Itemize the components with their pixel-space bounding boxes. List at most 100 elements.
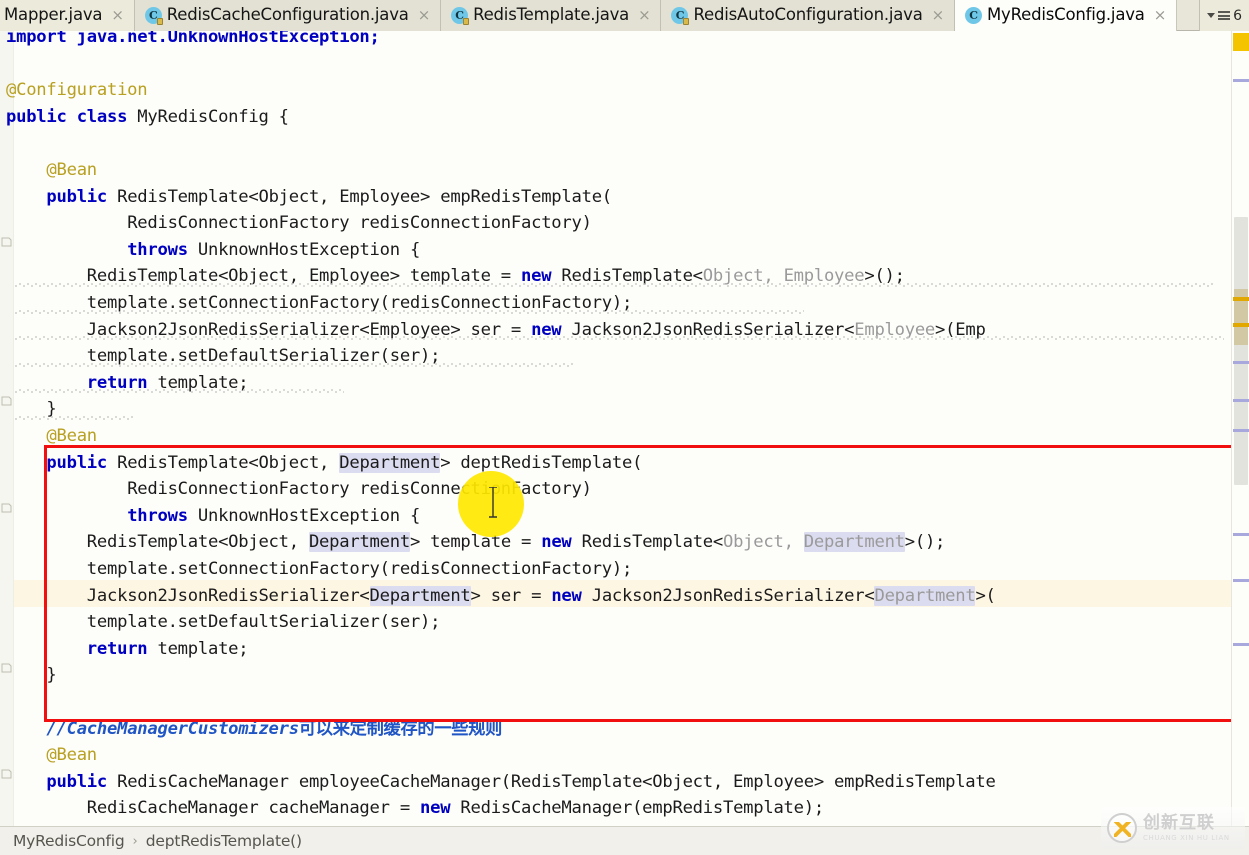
code-token: throws: [127, 239, 188, 260]
editor-tab-label: RedisTemplate.java: [473, 4, 630, 24]
breadcrumb-separator: ›: [132, 833, 138, 849]
marker-usage[interactable]: [1233, 399, 1249, 402]
code-line: @Bean: [0, 742, 1249, 769]
marker-usage[interactable]: [1233, 579, 1249, 582]
code-editor[interactable]: import java.net.UnknownHostException; @Co…: [0, 31, 1249, 826]
code-line: public RedisCacheManager employeeCacheMa…: [0, 769, 1249, 796]
code-token: MyRedisConfig {: [127, 106, 289, 127]
code-line: throws UnknownHostException {: [0, 503, 1249, 530]
editor-tab-bar: Mapper.java × C RedisCacheConfiguration.…: [0, 0, 1249, 32]
editor-tab-myredisconfig[interactable]: C MyRedisConfig.java ×: [955, 0, 1178, 32]
code-token: @Bean: [46, 426, 97, 446]
code-token: }: [46, 665, 57, 686]
code-token: import java.net.UnknownHostException;: [6, 31, 380, 47]
code-token: Object,: [722, 532, 804, 553]
code-token: template.setDefaultSerializer(ser);: [86, 612, 441, 633]
code-token: throws: [127, 505, 188, 526]
java-class-icon: C: [144, 7, 163, 25]
code-token: RedisCacheManager employeeCacheManager(R…: [107, 771, 996, 792]
code-token: RedisTemplate<Object,: [107, 452, 340, 473]
text-cursor-icon: [489, 487, 497, 518]
code-line: template.setConnectionFactory(redisConne…: [0, 556, 1249, 583]
code-line: @Bean: [0, 423, 1249, 450]
tab-overflow-count: 6: [1233, 7, 1242, 24]
code-line: RedisConnectionFactory redisConnectionFa…: [0, 476, 1249, 503]
code-token: RedisTemplate<Object, Employee> empRedis…: [107, 186, 612, 207]
code-token: RedisTemplate<Object,: [86, 532, 309, 553]
code-token: public: [46, 186, 107, 207]
editor-tab-label: RedisAutoConfiguration.java: [693, 4, 923, 24]
code-line: RedisConnectionFactory redisConnectionFa…: [0, 210, 1249, 237]
ide-window: Mapper.java × C RedisCacheConfiguration.…: [0, 0, 1249, 855]
code-line: template.setDefaultSerializer(ser);: [0, 609, 1249, 636]
code-token: Department: [874, 585, 976, 606]
code-token: public: [46, 452, 107, 473]
watermark-text-cn: 创新互联: [1143, 812, 1215, 833]
editor-tab-label: RedisCacheConfiguration.java: [166, 4, 409, 24]
marker-warning[interactable]: [1233, 297, 1249, 301]
breadcrumb-item-class[interactable]: MyRedisConfig: [13, 832, 125, 850]
code-line: }: [0, 396, 1249, 423]
close-icon[interactable]: ×: [932, 8, 945, 23]
code-token: UnknownHostException {: [187, 505, 421, 526]
code-token: @Bean: [46, 160, 97, 180]
java-class-icon: C: [451, 7, 470, 25]
tab-overflow-button[interactable]: 6: [1199, 0, 1249, 31]
code-token: Department: [308, 532, 410, 553]
breadcrumb: MyRedisConfig › deptRedisTemplate(): [0, 826, 1249, 855]
scrollbar-thumb[interactable]: [1234, 217, 1248, 485]
code-text[interactable]: import java.net.UnknownHostException; @Co…: [0, 31, 1249, 826]
code-line: //CacheManagerCustomizers可以来定制缓存的一些规则: [0, 716, 1249, 743]
code-line: import java.net.UnknownHostException;: [0, 31, 1249, 51]
marker-usage[interactable]: [1233, 361, 1249, 364]
code-token: new: [420, 798, 451, 819]
code-token: //CacheManagerCustomizers: [46, 718, 299, 739]
editor-tab-redistemplate[interactable]: C RedisTemplate.java ×: [441, 0, 662, 31]
code-line: public RedisTemplate<Object, Employee> e…: [0, 184, 1249, 211]
editor-tab-mapper[interactable]: Mapper.java ×: [0, 0, 135, 31]
watermark-logo-icon: [1107, 813, 1137, 843]
marker-usage[interactable]: [1233, 643, 1249, 646]
close-icon[interactable]: ×: [111, 8, 124, 23]
breadcrumb-item-method[interactable]: deptRedisTemplate(): [146, 832, 302, 850]
code-token: Jackson2JsonRedisSerializer<: [581, 585, 875, 606]
code-token: >();: [904, 532, 946, 553]
marker-usage[interactable]: [1233, 533, 1249, 536]
code-token: Department: [339, 452, 441, 473]
code-token: RedisTemplate<: [571, 532, 724, 553]
editor-tab-redisautoconfiguration[interactable]: C RedisAutoConfiguration.java ×: [661, 0, 956, 31]
marker-warning[interactable]: [1233, 323, 1249, 327]
close-icon[interactable]: ×: [418, 8, 431, 23]
code-token: RedisConnectionFactory redisConnectionFa…: [86, 213, 592, 234]
code-token: Jackson2JsonRedisSerializer<: [86, 585, 370, 606]
code-token: new: [551, 585, 582, 606]
code-line: public class MyRedisConfig {: [0, 104, 1249, 131]
code-token: template;: [147, 638, 249, 659]
code-token: return: [86, 638, 148, 659]
marker-usage[interactable]: [1233, 79, 1249, 82]
watermark: 创新互联 CHUANG XIN HU LIAN: [1101, 807, 1245, 849]
code-line: }: [0, 662, 1249, 689]
code-line: RedisCacheManager cacheManager = new Red…: [0, 795, 1249, 822]
code-line: return template;: [0, 636, 1249, 663]
code-token: Department: [369, 585, 471, 606]
marker-warning[interactable]: [1233, 33, 1249, 51]
editor-tab-rediscacheconfiguration[interactable]: C RedisCacheConfiguration.java ×: [134, 0, 442, 31]
java-class-icon: C: [965, 7, 983, 24]
code-token: class: [76, 106, 128, 127]
code-token: @Configuration: [6, 80, 148, 101]
close-icon[interactable]: ×: [638, 8, 651, 23]
java-class-icon: C: [671, 7, 690, 25]
marker-usage[interactable]: [1233, 429, 1249, 432]
code-token: public: [6, 106, 67, 127]
close-icon[interactable]: ×: [1154, 8, 1167, 23]
code-token: template.setConnectionFactory(redisConne…: [86, 559, 633, 579]
code-token: > ser =: [470, 585, 552, 606]
code-line: Jackson2JsonRedisSerializer<Department> …: [0, 583, 1249, 610]
code-line: @Bean: [0, 157, 1249, 184]
editor-scrollbar[interactable]: [1231, 31, 1249, 826]
